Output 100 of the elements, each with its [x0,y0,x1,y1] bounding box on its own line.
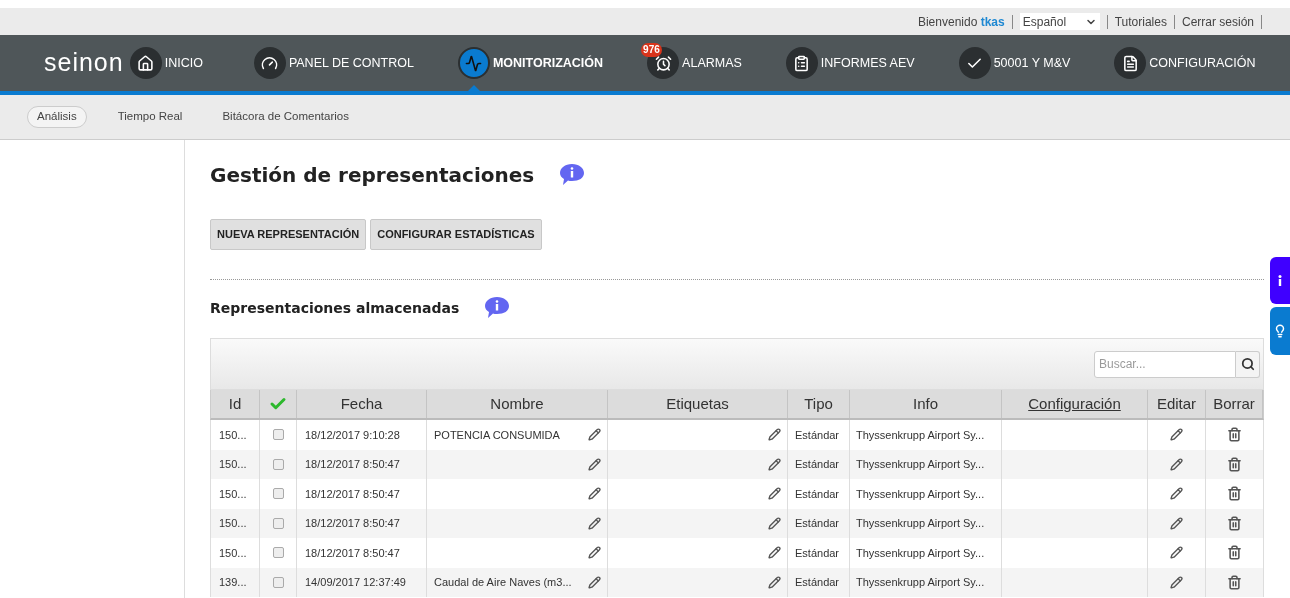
alarm-count-badge: 976 [641,43,662,57]
search-icon [1240,357,1255,371]
seinon-logo: seinon [44,47,124,79]
pencil-icon[interactable] [1170,516,1183,530]
table-cell-text: Estándar [795,427,840,443]
column-header: Etiquetas [666,393,729,414]
table-cell-text: Estándar [795,545,840,561]
column-header: Id [228,393,242,414]
nav-item[interactable]: PANEL DE CONTROL [247,35,414,91]
table-cell-text: 139... [219,575,247,590]
pulse-icon [465,54,483,72]
sub-tab[interactable]: Tiempo Real [108,106,192,128]
header-link[interactable]: Tutoriales [1114,12,1167,31]
column-header: Nombre [490,393,544,414]
table-cell-text: 150... [219,457,247,472]
pencil-icon[interactable] [768,575,781,589]
nav-item[interactable]: MONITORIZACIÓN [451,35,604,91]
info-icon [1278,275,1282,286]
table-cell-text: 18/12/2017 8:50:47 [305,516,400,531]
table-cell-text: 18/12/2017 9:10:28 [305,427,400,443]
table-cell-text: 18/12/2017 8:50:47 [305,545,400,561]
search-field[interactable]: Buscar... [1094,350,1236,378]
table-cell-text: Thyssenkrupp Airport Sy... [856,457,985,472]
clipboard-icon [793,54,811,72]
nav-item[interactable]: INICIO [123,35,203,91]
table-cell-text: 18/12/2017 8:50:47 [305,457,400,472]
pencil-icon[interactable] [768,516,781,530]
action-button[interactable]: CONFIGURAR ESTADÍSTICAS [370,219,542,250]
trash-icon[interactable] [1227,486,1242,502]
pencil-icon[interactable] [768,428,781,442]
row-checkbox[interactable] [272,517,284,529]
table-cell-text: Estándar [795,486,840,502]
table-cell-text: Estándar [795,575,840,590]
row-checkbox[interactable] [272,429,284,441]
table-cell-text: 150... [219,427,247,443]
gauge-icon [261,54,279,72]
lightbulb-icon [1273,324,1287,338]
table-cell-text: Caudal de Aire Naves (m3... [434,575,572,590]
section-title: Representaciones almacenadas [210,298,460,318]
pencil-icon[interactable] [768,546,781,560]
table-cell-text: Thyssenkrupp Airport Sy... [856,575,985,590]
sub-tab[interactable]: Análisis [27,106,87,128]
info-side-tab[interactable] [1270,257,1290,304]
document-icon [1121,54,1139,72]
table-cell-text: 14/09/2017 12:37:49 [305,575,406,590]
nav-item[interactable]: CONFIGURACIÓN [1108,35,1256,91]
column-header: Borrar [1213,393,1255,414]
column-header[interactable]: Configuración [1028,392,1121,416]
table-cell-text: Thyssenkrupp Airport Sy... [856,427,985,443]
alarm-clock-icon [654,54,672,72]
table-cell-text: 150... [219,516,247,531]
column-header: Editar [1156,393,1197,414]
action-button[interactable]: NUEVA REPRESENTACIÓN [210,219,367,250]
pencil-icon[interactable] [588,457,601,471]
row-checkbox[interactable] [272,547,284,559]
pencil-icon[interactable] [588,516,601,530]
nav-item[interactable]: INFORMES AEV [779,35,915,91]
sub-tab[interactable]: Bitácora de Comentarios [213,106,358,128]
pencil-icon[interactable] [588,546,601,560]
column-header: Tipo [804,393,833,414]
pencil-icon[interactable] [588,487,601,501]
table-cell-text: Thyssenkrupp Airport Sy... [856,516,985,531]
info-bubble-icon[interactable] [483,295,512,321]
page-title: Gestión de representaciones [210,162,535,189]
house-icon [137,54,155,72]
welcome-text: Bienvenido tkas [917,13,1005,31]
pencil-icon[interactable] [768,457,781,471]
trash-icon[interactable] [1227,515,1242,531]
pencil-icon[interactable] [588,428,601,442]
pencil-icon[interactable] [1170,487,1183,501]
pencil-icon[interactable] [588,575,601,589]
pencil-icon[interactable] [1170,457,1183,471]
row-checkbox[interactable] [272,488,284,500]
pencil-icon[interactable] [1170,575,1183,589]
column-header: Fecha [340,393,383,414]
pencil-icon[interactable] [768,487,781,501]
pencil-icon[interactable] [1170,546,1183,560]
language-select[interactable]: Español [1019,13,1100,30]
table-cell-text: 150... [219,545,247,561]
nav-item[interactable]: 50001 Y M&V [952,35,1071,91]
table-cell-text: Thyssenkrupp Airport Sy... [856,486,985,502]
info-bubble-icon[interactable] [558,162,587,188]
table-cell-text: POTENCIA CONSUMIDA [434,427,560,443]
table-cell-text: Estándar [795,457,840,472]
trash-icon[interactable] [1227,456,1242,472]
header-link[interactable]: Cerrar sesión [1181,12,1254,31]
trash-icon[interactable] [1227,427,1242,443]
table-cell-text: Thyssenkrupp Airport Sy... [856,545,985,561]
tips-side-tab[interactable] [1270,307,1290,355]
column-header: Info [913,393,938,414]
pencil-icon[interactable] [1170,428,1183,442]
search-button[interactable] [1236,350,1260,378]
nav-item[interactable]: ALARMAS 976 [641,35,742,91]
row-checkbox[interactable] [272,576,284,588]
trash-icon[interactable] [1227,574,1242,590]
trash-icon[interactable] [1227,545,1242,561]
table-cell-text: 18/12/2017 8:50:47 [305,486,400,502]
row-checkbox[interactable] [272,458,284,470]
table-cell-text: 150... [219,486,247,502]
table-cell-text: Estándar [795,516,840,531]
